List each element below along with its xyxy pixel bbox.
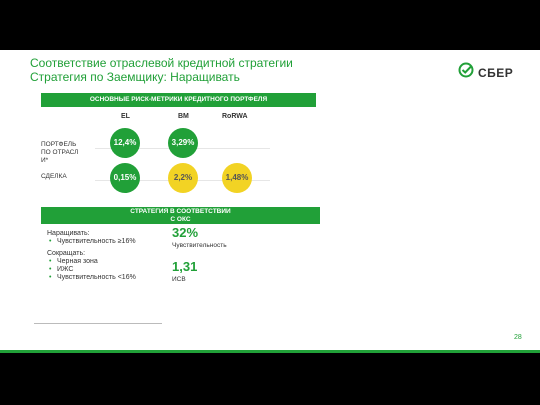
sensitivity-value: 32%: [172, 225, 199, 240]
el-deal-circle: 0,15%: [110, 163, 140, 193]
sber-logo-text: СБЕР: [478, 65, 514, 80]
isv-value: 1,31: [172, 259, 198, 274]
title-line-2: Стратегия по Заемщику: Наращивать: [30, 70, 240, 84]
column-header-el: EL: [121, 113, 130, 120]
el-portfolio-circle: 12,4%: [110, 128, 140, 158]
grow-heading: Наращивать:: [47, 230, 90, 237]
sber-logo: СБЕР: [458, 62, 513, 83]
sensitivity-label: Чувствительность: [172, 242, 227, 249]
row-label-deal: СДЕЛКА: [41, 173, 67, 180]
metrics-header-bar: ОСНОВНЫЕ РИСК-МЕТРИКИ КРЕДИТНОГО ПОРТФЕЛ…: [41, 93, 316, 107]
bottom-accent-bar: [0, 350, 540, 353]
rorwa-deal-circle: 1,48%: [222, 163, 252, 193]
isv-label: ИСВ: [172, 276, 186, 283]
list-item: Черная зона: [47, 258, 136, 266]
page-title: Соответствие отраслевой кредитной страте…: [30, 56, 293, 84]
slide: Соответствие отраслевой кредитной страте…: [0, 50, 540, 353]
strategy-bar-line-2: С ОКС: [170, 215, 191, 223]
sber-check-icon: [458, 62, 474, 83]
reduce-heading: Сокращать:: [47, 250, 86, 257]
reduce-list: Черная зона ИЖС Чувствительность <16%: [47, 258, 136, 282]
grow-list: Чувствительность ≥16%: [47, 238, 136, 246]
row-label-portfolio: ПОРТФЕЛЬ ПО ОТРАСЛИ*: [41, 141, 79, 164]
title-line-1: Соответствие отраслевой кредитной страте…: [30, 56, 293, 70]
strategy-lists: Наращивать: Чувствительность ≥16% Сокращ…: [47, 230, 136, 286]
column-header-bm: BM: [178, 113, 189, 120]
list-item: Чувствительность ≥16%: [47, 238, 136, 246]
list-item: ИЖС: [47, 266, 136, 274]
list-item: Чувствительность <16%: [47, 274, 136, 282]
strategy-header-bar: СТРАТЕГИЯ В СООТВЕТСТВИИ С ОКС: [41, 207, 320, 224]
page-number: 28: [514, 334, 522, 341]
bm-deal-circle: 2,2%: [168, 163, 198, 193]
footnote-divider: [34, 323, 162, 324]
strategy-bar-line-1: СТРАТЕГИЯ В СООТВЕТСТВИИ: [130, 207, 231, 215]
bm-portfolio-circle: 3,29%: [168, 128, 198, 158]
column-header-rorwa: RoRWA: [222, 113, 248, 120]
